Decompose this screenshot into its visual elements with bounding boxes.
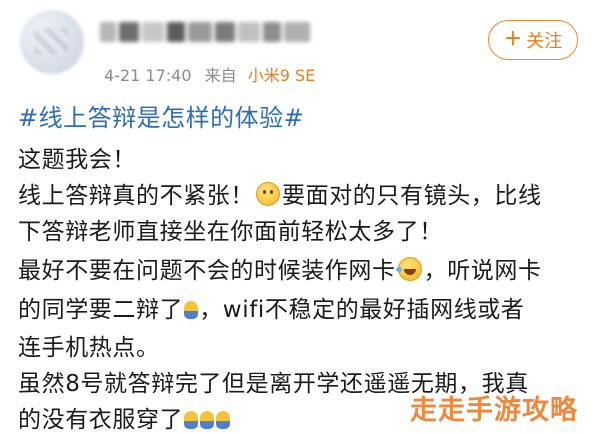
- blurred-username[interactable]: [100, 22, 320, 44]
- post-text: 最好不要在问题不会的时候装作网卡: [18, 258, 396, 284]
- tiny-figure-emoji-icon: [200, 411, 215, 429]
- post-text: 的没有衣服穿了: [18, 407, 184, 433]
- post-text: 的同学要二辩了: [18, 297, 184, 323]
- follow-button[interactable]: + 关注: [488, 20, 578, 60]
- tiny-figure-emoji-icon: [184, 301, 199, 319]
- post-text: 线上答辩真的不紧张！: [18, 183, 254, 209]
- post-text: 要面对的只有镜头，比线: [282, 183, 542, 209]
- site-watermark: 走走手游攻略: [410, 395, 578, 426]
- topic-hashtag[interactable]: #线上答辩是怎样的体验#: [18, 98, 304, 133]
- post-device[interactable]: 小米9 SE: [248, 66, 316, 85]
- laugh-cry-emoji-icon: [395, 257, 422, 281]
- post-line-1: 这题我会！: [18, 147, 136, 173]
- plus-icon: +: [503, 26, 523, 51]
- post-line-3: 下答辩老师直接坐在你面前轻松太多了！: [18, 219, 443, 245]
- tiny-figure-emoji-icon: [184, 411, 199, 429]
- follow-label: 关注: [526, 31, 563, 52]
- post-line-6: 连手机热点。: [18, 335, 160, 361]
- post-text: ，wifi不稳定的最好插网线或者: [199, 297, 525, 323]
- post-line-4: 最好不要在问题不会的时候装作网卡 ，听说网卡: [18, 251, 542, 285]
- post-line-2: 线上答辩真的不紧张！ 要面对的只有镜头，比线: [18, 176, 542, 210]
- post-line-5: 的同学要二辩了 ，wifi不稳定的最好插网线或者: [18, 290, 525, 324]
- tiny-figure-emoji-icon: [216, 411, 231, 429]
- post-line-8: 的没有衣服穿了: [18, 400, 231, 434]
- user-avatar[interactable]: [20, 10, 84, 74]
- post-timestamp: 4-21 17:40: [104, 66, 192, 85]
- smile-emoji-icon: [256, 182, 280, 206]
- post-meta: 4-21 17:40 来自 小米9 SE: [104, 62, 315, 86]
- post-text: ，听说网卡: [423, 258, 542, 284]
- post-source-prefix: 来自: [204, 66, 237, 85]
